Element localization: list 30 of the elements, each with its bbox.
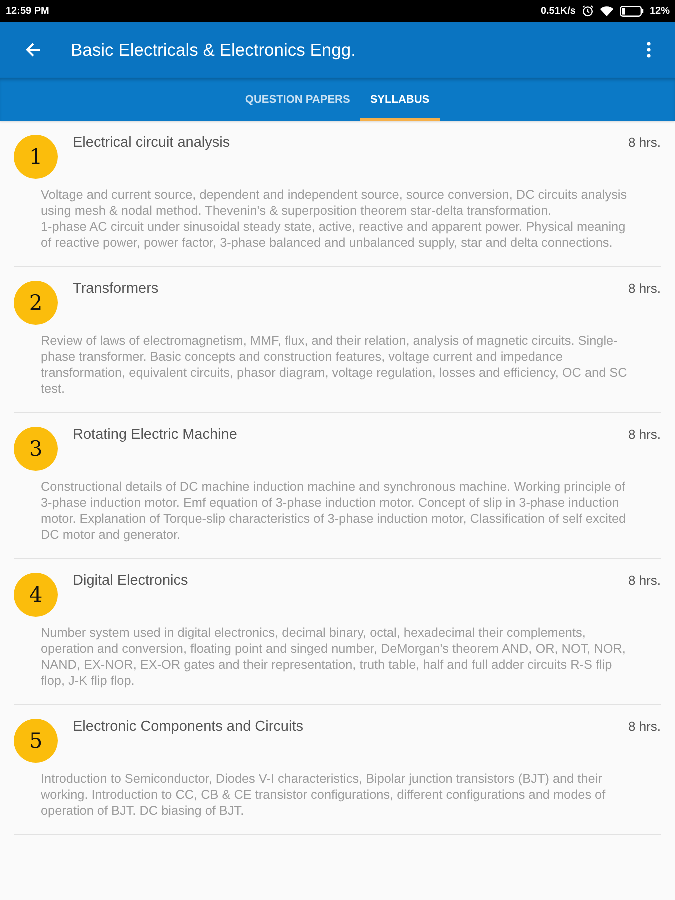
unit-title: Rotating Electric Machine [73,426,238,444]
unit-title: Transformers [73,280,159,298]
tab[interactable]: QUESTION PAPERS [235,78,360,121]
unit-number: 5 [14,719,58,763]
unit-description: Voltage and current source, dependent and independent source, source conversion, DC circuits analysis using mesh & nodal method. Thevenin's & superposition theorem star-delta transformation. 1-phase AC circuit under sinusoidal steady state, active, reactive and apparent power. Physical meaning of reactive power, power factor, 3-phase balanced and unbalanced supply, star and delta connections. [40,187,628,252]
network-speed: 0.51K/s [540,6,576,16]
screen-title: Basic Electricals & Electronics Engg. [71,40,356,60]
unit-number: 3 [14,427,58,471]
battery-percent: 12% [650,6,670,16]
more-options-icon [647,42,651,58]
unit-title: Electronic Components and Circuits [73,718,304,736]
unit-number: 1 [14,135,58,179]
unit-duration: 8 hrs. [628,572,661,590]
unit-description: Review of laws of electromagnetism, MMF, flux, and their relation, analysis of magnetic circuits. Single-phase transformer. Basic concepts and construction features, voltage current and impedance transformation, equivalent circuits, phasor diagram, voltage regulation, losses and efficiency, OC and SC test. [40,333,628,398]
unit-description: Constructional details of DC machine induction machine and synchronous machine. Working principle of 3-phase induction motor. Emf equation of 3-phase induction motor. Concept of slip in 3-phase induction motor. Explanation of Torque-slip characteristics of 3-phase induction motor, Classification of self excited DC motor and generator. [40,479,628,544]
unit-duration: 8 hrs. [628,280,661,298]
alarm-clock-icon [582,5,594,17]
unit-description: Introduction to Semiconductor, Diodes V-I characteristics, Bipolar junction transistors (BJT) and their working. Introduction to CC, CB & CE transistor configurations, different configurations and modes of operation of BJT. DC biasing of BJT. [40,771,607,820]
unit-title: Digital Electronics [73,572,188,590]
unit-duration: 8 hrs. [628,134,661,152]
unit-description: Number system used in digital electronics, decimal binary, octal, hexadecimal their complements, operation and conversion, floating point and singed number, DeMorgan's theorem AND, OR, NOT, NOR, NAND, EX-NOR, EX-OR gates and their representation, truth table, half and full adder circuits R-S flip flop, J-K flip flop. [40,625,627,690]
battery-icon [620,6,644,16]
unit-title: Electrical circuit analysis [73,134,230,152]
back-arrow-icon [25,42,41,58]
unit-duration: 8 hrs. [628,426,661,444]
unit-number: 4 [14,573,58,617]
unit-number: 2 [14,281,58,325]
wifi-icon [600,6,614,16]
unit-duration: 8 hrs. [628,718,661,736]
status-time: 12:59 PM [6,6,50,16]
